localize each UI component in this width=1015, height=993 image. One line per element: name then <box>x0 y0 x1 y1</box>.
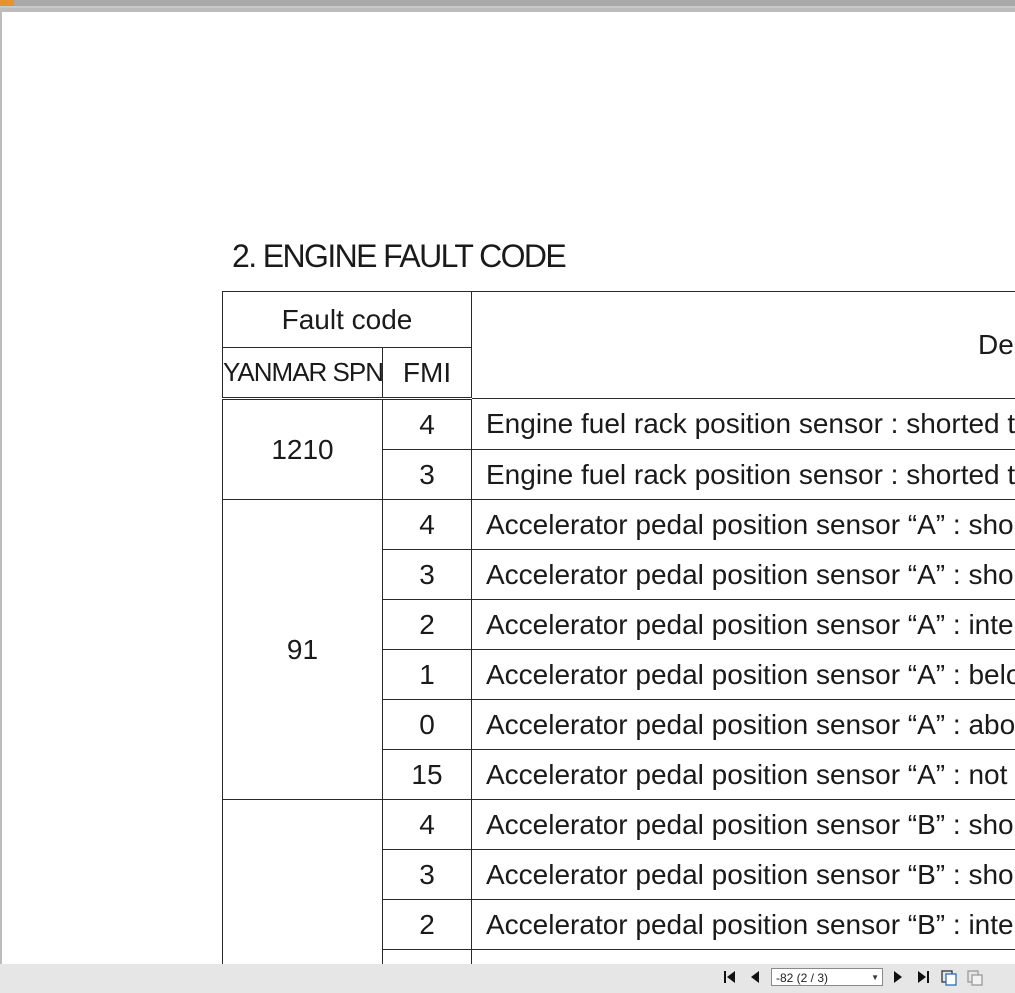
fmi-cell: 2 <box>383 600 472 650</box>
description-header: De <box>472 292 1015 399</box>
description-cell: Engine fuel rack position sensor : short… <box>472 450 1015 500</box>
fmi-cell: 4 <box>383 399 472 450</box>
description-cell: Accelerator pedal position sensor “B” : … <box>472 900 1015 950</box>
fmi-cell: 2 <box>383 900 472 950</box>
fmi-cell: 3 <box>383 850 472 900</box>
fmi-cell: 1 <box>383 650 472 700</box>
table-row: 4 Accelerator pedal position sensor “B” … <box>223 800 1015 850</box>
fmi-cell: 0 <box>383 700 472 750</box>
description-cell: Accelerator pedal position sensor “A” : … <box>472 750 1015 800</box>
view-mode-icon[interactable] <box>940 967 958 987</box>
fmi-cell: 4 <box>383 800 472 850</box>
fault-code-header: Fault code <box>223 292 472 348</box>
fmi-cell: 3 <box>383 450 472 500</box>
description-cell: Accelerator pedal position sensor “A” : … <box>472 650 1015 700</box>
fmi-cell: 3 <box>383 550 472 600</box>
table-row: 91 4 Accelerator pedal position sensor “… <box>223 500 1015 550</box>
next-page-icon[interactable] <box>889 967 907 987</box>
last-page-icon[interactable] <box>914 967 932 987</box>
spn-cell: 91 <box>223 500 383 800</box>
document-viewport[interactable]: 2. ENGINE FAULT CODE Fault code De YANMA… <box>0 8 1015 964</box>
fault-code-table: Fault code De YANMAR SPN FMI 1210 4 Engi… <box>222 291 1015 964</box>
table-row: 1210 4 Engine fuel rack position sensor … <box>223 399 1015 450</box>
description-cell: Accelerator pedal position sensor “A” : … <box>472 600 1015 650</box>
section-heading: 2. ENGINE FAULT CODE <box>232 238 565 275</box>
document-page: 2. ENGINE FAULT CODE Fault code De YANMA… <box>2 12 1015 964</box>
chevron-down-icon: ▼ <box>871 969 879 987</box>
description-cell: Accelerator pedal position sensor “B” : … <box>472 850 1015 900</box>
spn-cell: 1210 <box>223 399 383 500</box>
first-page-icon[interactable] <box>721 967 739 987</box>
fmi-cell: 15 <box>383 750 472 800</box>
page-select-value: -82 (2 / 3) <box>776 971 828 985</box>
fmi-cell: 4 <box>383 500 472 550</box>
description-cell: Accelerator pedal position sensor “A” : … <box>472 700 1015 750</box>
description-cell: Accelerator pedal position sensor “A” : … <box>472 550 1015 600</box>
yanmar-spn-header: YANMAR SPN <box>223 348 383 399</box>
navigation-bar: -82 (2 / 3) ▼ <box>0 964 1015 990</box>
layout-icon[interactable] <box>966 967 984 987</box>
page-select[interactable]: -82 (2 / 3) ▼ <box>771 968 883 986</box>
previous-page-icon[interactable] <box>746 967 764 987</box>
description-cell: Accelerator pedal position sensor “A” : … <box>472 500 1015 550</box>
fmi-header: FMI <box>383 348 472 399</box>
description-cell: Engine fuel rack position sensor : short… <box>472 399 1015 450</box>
description-cell <box>472 950 1015 965</box>
spn-cell <box>223 800 383 965</box>
description-cell: Accelerator pedal position sensor “B” : … <box>472 800 1015 850</box>
fmi-cell <box>383 950 472 965</box>
top-toolbar-strip <box>0 0 1015 8</box>
